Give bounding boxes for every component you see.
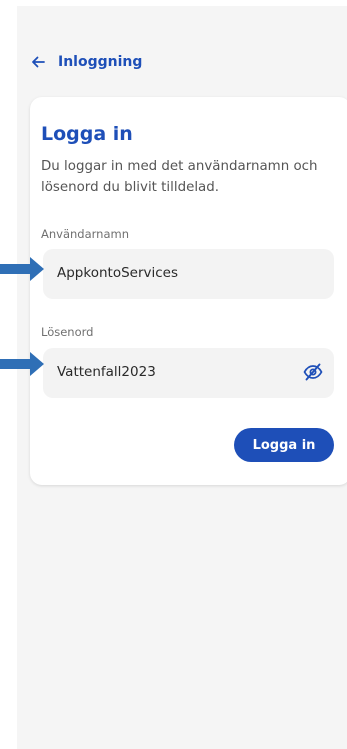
password-label: Lösenord bbox=[41, 325, 94, 339]
username-label: Användarnamn bbox=[41, 227, 129, 241]
username-value: AppkontoServices bbox=[57, 265, 179, 281]
password-field[interactable]: Vattenfall2023 bbox=[43, 348, 334, 398]
login-description: Du loggar in med det användarnamn och lö… bbox=[41, 159, 318, 195]
app-screen: Inloggning Logga in Du loggar in med det… bbox=[17, 6, 347, 749]
eye-off-icon[interactable] bbox=[303, 363, 323, 385]
back-nav[interactable]: Inloggning bbox=[31, 54, 142, 70]
password-value: Vattenfall2023 bbox=[57, 364, 156, 380]
login-button[interactable]: Logga in bbox=[234, 428, 334, 462]
login-title: Logga in bbox=[41, 123, 133, 145]
login-card: Logga in Du loggar in med det användarna… bbox=[30, 97, 347, 485]
arrow-left-icon bbox=[32, 56, 45, 68]
back-label: Inloggning bbox=[58, 54, 143, 70]
username-field[interactable]: AppkontoServices bbox=[43, 249, 334, 299]
pointer-arrow-icon bbox=[0, 257, 44, 281]
pointer-arrow-icon bbox=[0, 352, 44, 376]
